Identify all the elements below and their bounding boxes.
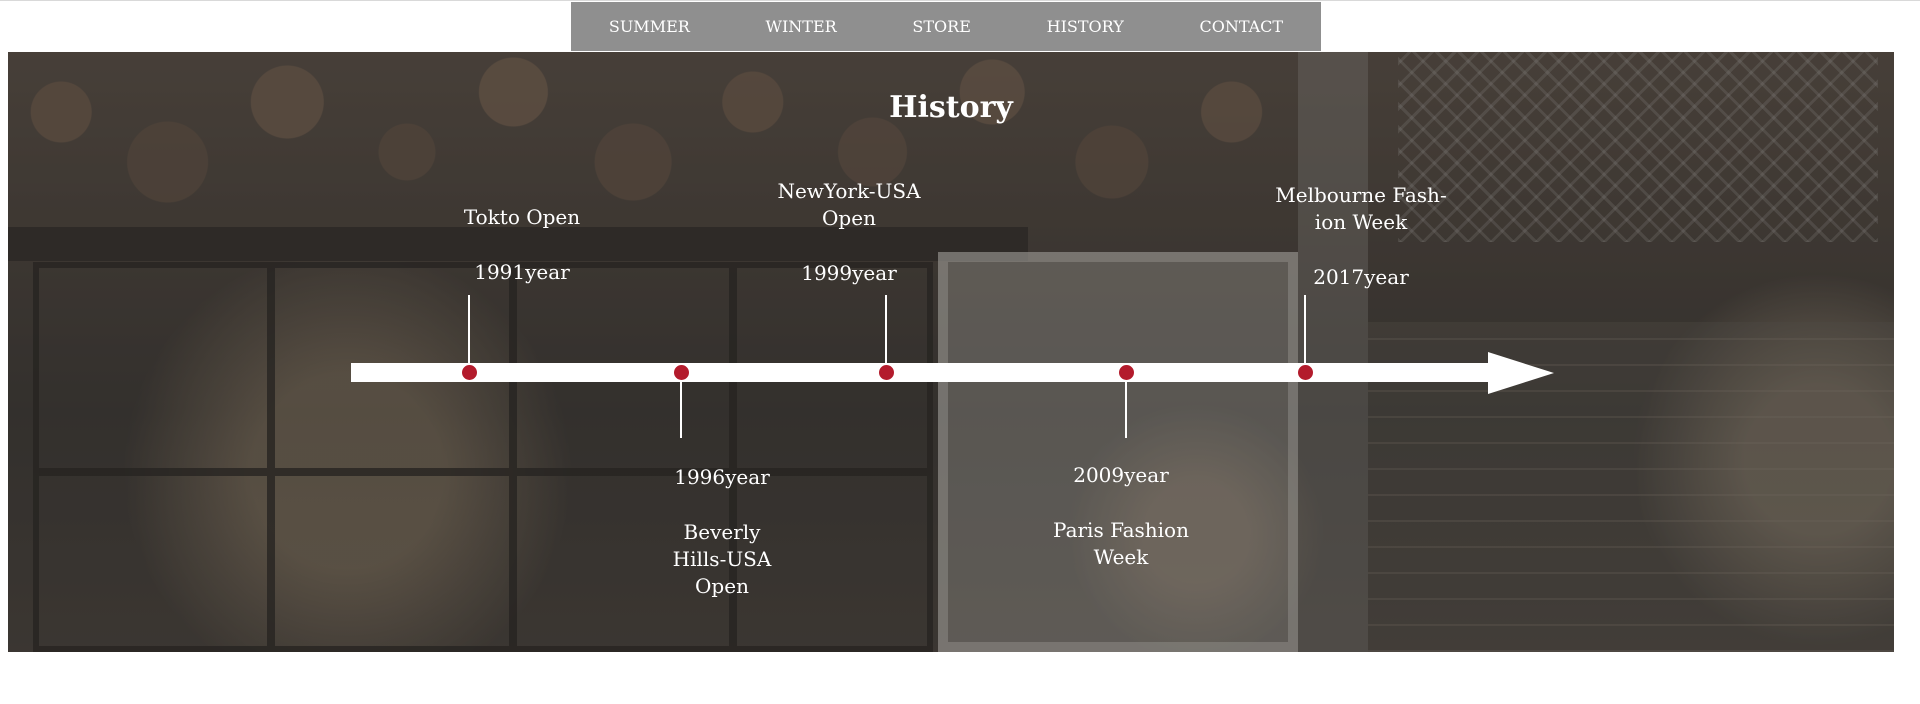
history-title: History xyxy=(889,90,1013,125)
timeline-bar xyxy=(351,363,1496,382)
timeline-stem-1991 xyxy=(468,295,470,365)
timeline-arrowhead xyxy=(1488,352,1554,394)
event-year-1996: 1996year xyxy=(674,465,770,489)
event-label-1999: NewYork-USA Open xyxy=(777,179,921,230)
timeline-stem-1999 xyxy=(885,295,887,365)
event-year-2017: 2017year xyxy=(1313,265,1409,289)
event-label-1991: Tokto Open xyxy=(463,205,581,229)
event-label-2017: Melbourne Fash-ion Week xyxy=(1275,183,1447,234)
nav-store-link[interactable]: STORE xyxy=(900,17,982,36)
event-year-2009: 2009year xyxy=(1073,463,1169,487)
event-label-1996: Beverly Hills-USA Open xyxy=(672,520,772,598)
event-year-1991: 1991year xyxy=(474,260,570,284)
timeline-marker-2009[interactable] xyxy=(1119,365,1134,380)
nav-summer-link[interactable]: SUMMER xyxy=(597,17,702,36)
history-section: History Tokto Open 1991year 1996year Bev… xyxy=(8,52,1894,652)
timeline-stem-2009 xyxy=(1125,380,1127,438)
top-divider xyxy=(0,0,1920,1)
timeline-stem-2017 xyxy=(1304,295,1306,365)
nav-history-link[interactable]: HISTORY xyxy=(1035,17,1136,36)
event-year-1999: 1999year xyxy=(801,261,897,285)
timeline-marker-1996[interactable] xyxy=(674,365,689,380)
event-label-2009: Paris Fashion Week xyxy=(1053,518,1189,569)
dark-overlay xyxy=(8,52,1894,652)
timeline-marker-2017[interactable] xyxy=(1298,365,1313,380)
timeline-stem-1996 xyxy=(680,380,682,438)
timeline-marker-1999[interactable] xyxy=(879,365,894,380)
main-nav: SUMMER WINTER STORE HISTORY CONTACT xyxy=(571,2,1321,51)
nav-winter-link[interactable]: WINTER xyxy=(754,17,849,36)
nav-contact-link[interactable]: CONTACT xyxy=(1187,17,1295,36)
timeline-marker-1991[interactable] xyxy=(462,365,477,380)
